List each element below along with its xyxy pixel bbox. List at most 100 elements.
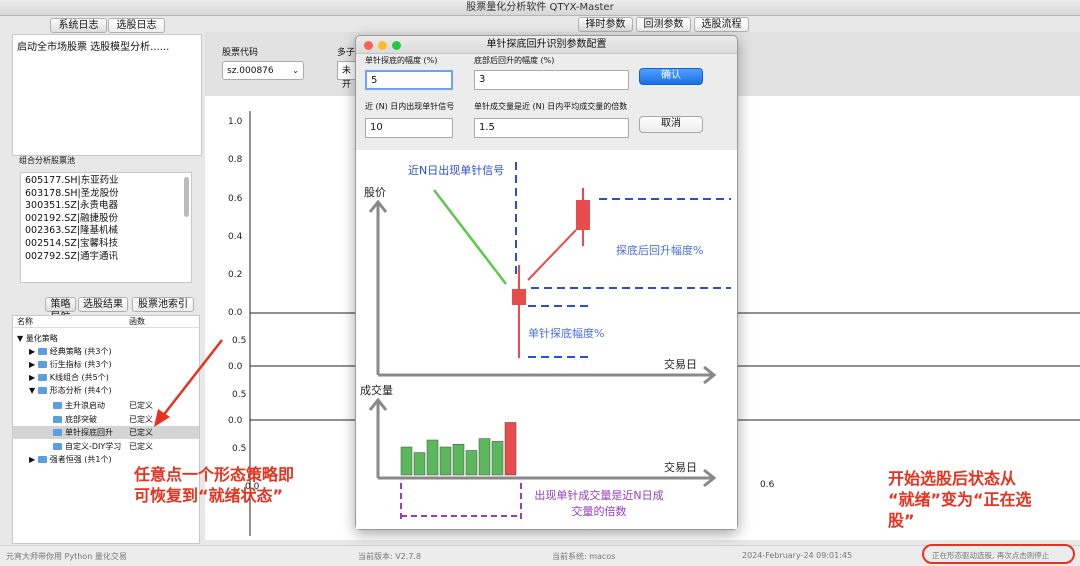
folder-icon [53,416,62,423]
tree-item[interactable]: 底部突破 [53,414,97,426]
tree-func: 已定义 [129,442,153,451]
stock-pool-list: 605177.SH|东亚药业 603178.SH|圣龙股份 300351.SZ|… [20,172,192,283]
tree-item[interactable]: 主升浪启动 [53,400,105,412]
volume-label: 成交量 [360,384,393,397]
tree-item[interactable]: ▶ 强者恒强 (共1个) [29,454,112,466]
folder-icon [37,387,47,394]
tree-root[interactable]: ▼ 量化策略 [17,333,58,345]
candle-body [576,200,590,230]
status-time: 2024-February-24 09:01:45 [742,551,853,560]
volume-bar [413,452,426,476]
tree-item-selected[interactable]: 单针探底回升 [53,427,113,439]
rebound-pct-input[interactable]: 3 [474,70,629,90]
minimize-icon[interactable] [378,41,387,50]
y-tick: 0.0 [228,416,243,426]
list-item[interactable]: 002363.SZ|隆基机械 [25,225,187,238]
y-tick: 0.6 [228,194,243,204]
f2-label: 底部后回升的幅度 (%) [474,56,555,65]
dip-label: 单针探底幅度% [528,327,605,340]
list-item[interactable]: 603178.SH|圣龙股份 [25,188,187,201]
status-system: 当前系统: macos [552,552,616,561]
scrollbar[interactable] [184,177,189,217]
folder-icon [53,429,62,436]
volume-bars [400,422,517,476]
folder-icon [37,374,47,381]
f3-label: 近 (N) 日内出现单针信号 [365,102,455,111]
chevron-down-icon: ⌄ [292,66,299,75]
log-text: 启动全市场股票 选股模型分析...... [17,42,170,53]
status-state-button[interactable]: 正在形态驱动选股, 再次点击则停止 [932,550,1049,561]
green-trend-line [433,189,507,285]
list-item[interactable]: 002792.SZ|通宇通讯 [25,251,187,264]
list-item[interactable]: 300351.SZ|永贵电器 [25,200,187,213]
close-icon[interactable] [364,41,373,50]
param-dialog: 单针探底回升识别参数配置 单针探底的幅度 (%) 5 底部后回升的幅度 (%) … [355,35,738,530]
y-tick: 0.4 [228,232,243,242]
tree-item[interactable]: ▶ 衍生指标 (共3个) [29,359,112,371]
tree-item[interactable]: 自定义-DIY学习 [53,441,121,453]
tab-system-log[interactable]: 系统日志 [50,18,107,33]
annotation-left: 任意点一个形态策略即 可恢复到“就绪状态” [134,465,295,505]
tab-results[interactable]: 选股结果 [78,297,128,312]
tree-item[interactable]: ▶ 经典策略 (共3个) [29,346,112,358]
volume-bar-signal [504,422,517,476]
code-select[interactable]: sz.000876 ⌄ [222,61,304,80]
f4-label: 单针成交量是近 (N) 日内平均成交量的倍数 [474,102,628,111]
volume-bar [426,439,439,476]
tree-item[interactable]: ▼ 形态分析 (共4个) [29,385,112,397]
list-item[interactable]: 002514.SZ|宝馨科技 [25,238,187,251]
folder-icon [53,402,62,409]
y-tick: 0.0 [228,362,243,372]
col-name: 名称 [17,317,33,326]
window-title: 股票量化分析软件 QTYX-Master [0,0,1080,16]
red-rebound-line [527,229,577,281]
folder-icon [53,443,62,450]
zoom-icon[interactable] [392,41,401,50]
day-label: 交易日 [664,358,697,371]
folder-icon [37,348,47,355]
y-tick: 0.0 [228,308,243,318]
f1-label: 单针探底的幅度 (%) [365,56,438,65]
y-tick: 0.8 [228,155,243,165]
volume-bar [439,446,452,476]
tree-item[interactable]: ▶ K线组合 (共5个) [29,372,109,384]
arrow-icon [154,339,223,427]
tab-strategy-nav[interactable]: 策略导航 [45,297,76,323]
dip-pct-input[interactable]: 5 [365,70,453,90]
tab-select-log[interactable]: 选股日志 [108,18,165,33]
day-label: 交易日 [664,461,697,474]
volume-bar [491,441,504,476]
explain-diagram: 近N日出现单针信号 股价 探底后回升幅度% 单针探底幅度% 交易日 成交量 交易… [356,150,737,529]
folder-icon [37,361,47,368]
rebound-label: 探底后回升幅度% [616,244,704,257]
status-left: 元宵大师带你用 Python 量化交易 [6,552,127,561]
y-tick: 0.5 [232,444,247,454]
volume-bar [478,438,491,476]
x-tick: 0.6 [760,480,775,490]
tab-timing-params[interactable]: 择时参数 [578,17,633,32]
cancel-button[interactable]: 取消 [639,116,703,133]
y-tick: 0.5 [232,390,247,400]
y-tick: 0.2 [228,270,243,280]
days-input[interactable]: 10 [365,118,453,138]
volume-bar [400,446,413,476]
status-version: 当前版本: V2.7.8 [358,552,422,561]
confirm-button[interactable]: 确认 [639,68,703,85]
list-item[interactable]: 605177.SH|东亚药业 [25,175,187,188]
vol-note-label: 出现单针成交量是近N日成交量的倍数 [534,489,664,518]
y-tick: 1.0 [228,117,243,127]
col-func: 函数 [129,317,145,326]
list-item[interactable]: 002192.SZ|融捷股份 [25,213,187,226]
status-bar [0,545,1080,566]
code-label: 股票代码 [222,48,259,58]
dialog-title: 单针探底回升识别参数配置 [356,36,737,54]
volume-multiple-input[interactable]: 1.5 [474,118,629,138]
tab-backtest-params[interactable]: 回测参数 [636,17,691,32]
volume-bar [465,450,478,476]
tab-select-flow[interactable]: 选股流程 [694,17,749,32]
tab-pool-index[interactable]: 股票池索引 [132,297,194,312]
annotation-right: 开始选股后状态从 “就绪”变为“正在选 股” [888,469,1032,530]
folder-icon [37,456,47,463]
pool-title: 组合分析股票池 [19,156,75,165]
signal-label: 近N日出现单针信号 [408,164,505,177]
